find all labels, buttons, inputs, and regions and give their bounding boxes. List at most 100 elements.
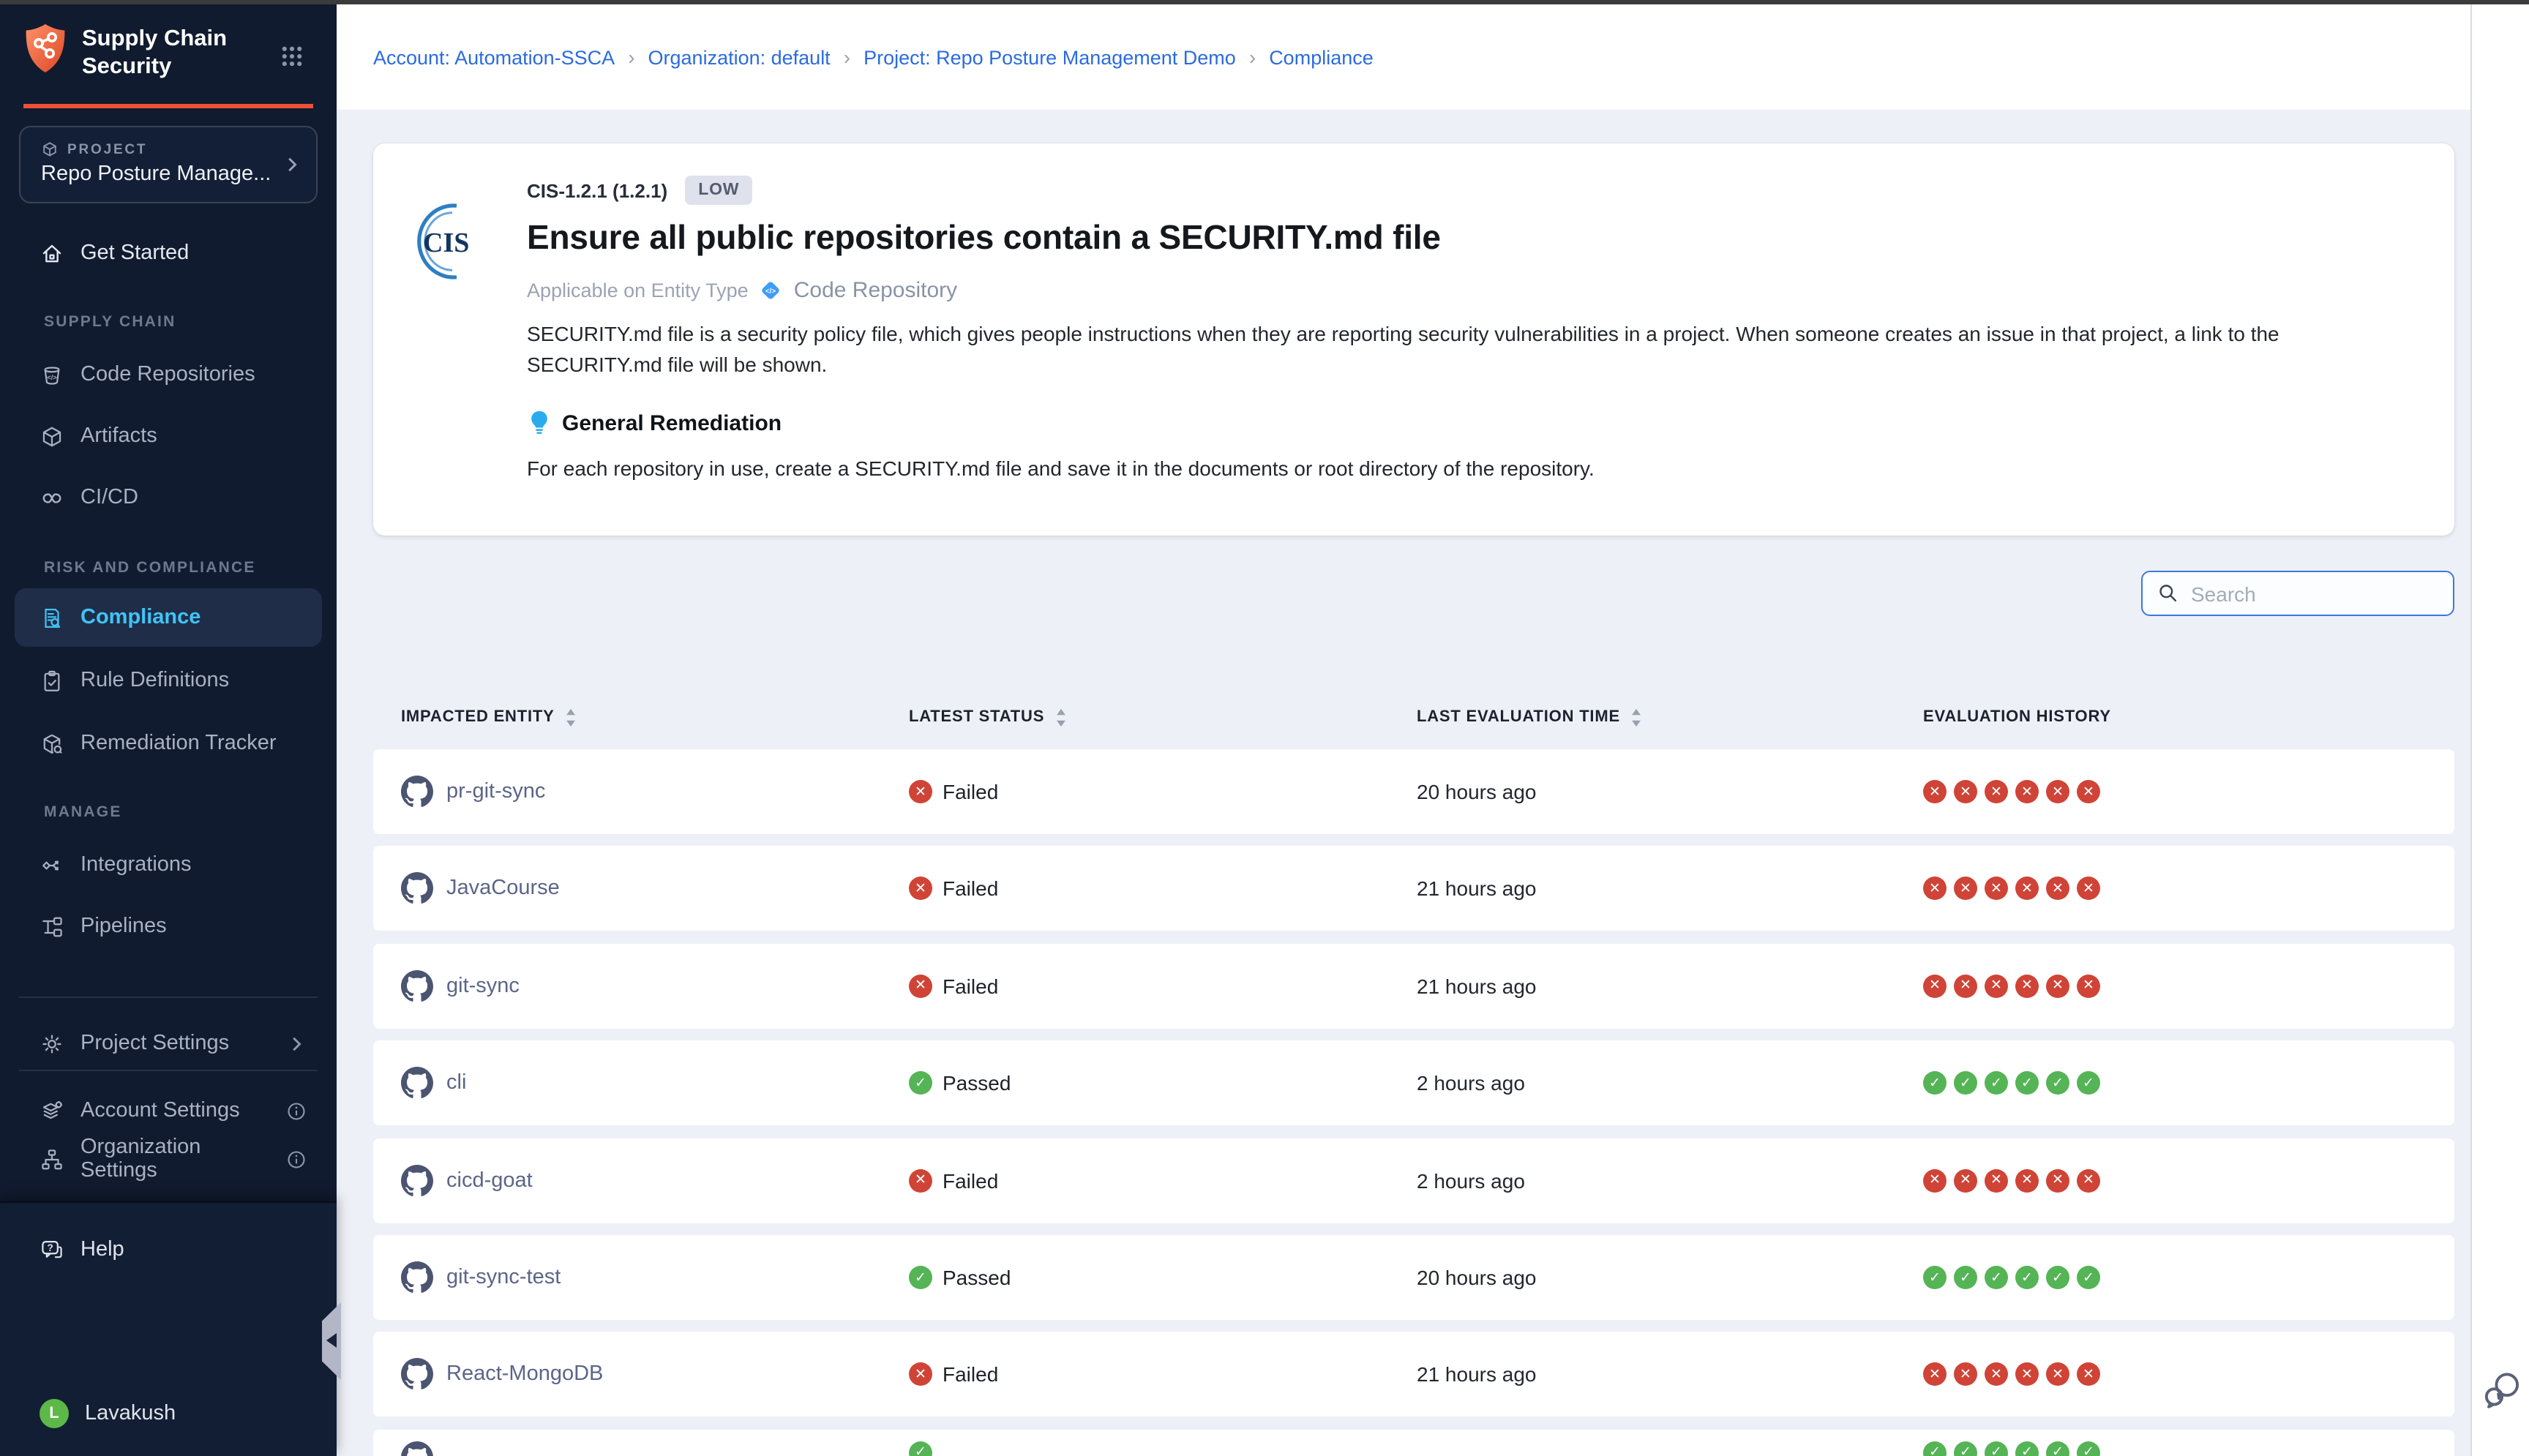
entity-name[interactable]: git-sync <box>446 975 520 998</box>
sort-icon <box>1630 708 1642 727</box>
clipboard-check-icon <box>40 668 64 693</box>
evaluation-history: ✕✕✕✕✕✕ <box>1923 1363 2454 1386</box>
app-title: Supply Chain Security <box>82 22 227 80</box>
status-cell: ✕ Failed <box>909 1168 1417 1192</box>
entity-name[interactable]: cicd-goat <box>446 1168 533 1192</box>
history-pass-icon: ✓ <box>2015 1266 2039 1289</box>
status-label: Failed <box>943 975 998 998</box>
history-fail-icon: ✕ <box>2077 780 2100 803</box>
brand: Supply Chain Security <box>23 22 227 80</box>
remediation-box-icon <box>40 731 64 756</box>
last-evaluation-time: 2 hours ago <box>1417 1071 1923 1095</box>
history-pass-icon: ✓ <box>2077 1266 2100 1289</box>
entity-cell[interactable]: cli <box>401 1067 909 1099</box>
history-fail-icon: ✕ <box>2046 1168 2069 1192</box>
sidebar-item-rule-definitions[interactable]: Rule Definitions <box>0 654 337 707</box>
history-fail-icon: ✕ <box>2015 1168 2039 1192</box>
status-cell: ✓ <box>909 1441 1417 1456</box>
support-chat-icon[interactable] <box>2482 1370 2523 1414</box>
evaluation-history: ✓✓✓✓✓✓ <box>1923 1441 2454 1456</box>
entity-name[interactable]: React-MongoDB <box>446 1363 603 1386</box>
table-row[interactable]: ✓ ✓✓✓✓✓✓ <box>373 1430 2454 1456</box>
infinity-icon <box>40 485 64 510</box>
table-row[interactable]: git-sync-test ✓ Passed 20 hours ago ✓✓✓✓… <box>373 1235 2454 1320</box>
entity-cell[interactable] <box>401 1441 909 1456</box>
table-row[interactable]: React-MongoDB ✕ Failed 21 hours ago ✕✕✕✕… <box>373 1332 2454 1417</box>
remediation-title: General Remediation <box>562 410 782 435</box>
last-evaluation-time: 21 hours ago <box>1417 877 1923 901</box>
sidebar-item-artifacts[interactable]: Artifacts <box>0 410 337 462</box>
entity-cell[interactable]: JavaCourse <box>401 873 909 905</box>
breadcrumb-compliance[interactable]: Compliance <box>1269 46 1374 68</box>
github-icon <box>401 873 433 905</box>
evaluation-history: ✕✕✕✕✕✕ <box>1923 877 2454 901</box>
entity-cell[interactable]: git-sync <box>401 970 909 1002</box>
column-header-impacted-entity[interactable]: IMPACTED ENTITY <box>401 708 909 727</box>
sidebar-item-project-settings[interactable]: Project Settings <box>0 1017 337 1070</box>
status-label: Failed <box>943 877 998 901</box>
project-name: Repo Posture Manage... <box>41 162 316 186</box>
sort-icon <box>565 708 577 727</box>
history-pass-icon: ✓ <box>1954 1071 1977 1095</box>
evaluation-history: ✕✕✕✕✕✕ <box>1923 1168 2454 1192</box>
breadcrumb-organization[interactable]: Organization: default <box>648 46 831 68</box>
sidebar-item-help[interactable]: ? Help <box>0 1223 337 1276</box>
breadcrumb-separator: › <box>1249 45 1256 69</box>
sidebar-item-organization-settings[interactable]: Organization Settings <box>0 1133 337 1185</box>
search-input[interactable] <box>2191 582 2438 605</box>
rule-id: CIS-1.2.1 (1.2.1) <box>527 179 667 201</box>
sidebar-item-label: Code Repositories <box>80 363 255 386</box>
status-cell: ✓ Passed <box>909 1071 1417 1095</box>
history-pass-icon: ✓ <box>2015 1441 2039 1456</box>
breadcrumb-project[interactable]: Project: Repo Posture Management Demo <box>863 46 1236 68</box>
column-header-last-evaluation-time[interactable]: LAST EVALUATION TIME <box>1417 708 1923 727</box>
applicable-label: Applicable on Entity Type <box>527 279 749 301</box>
breadcrumb: Account: Automation-SSCA › Organization:… <box>373 4 1374 110</box>
chevron-right-icon <box>285 1032 307 1054</box>
entity-name[interactable]: pr-git-sync <box>446 780 545 803</box>
entity-name[interactable]: cli <box>446 1071 466 1095</box>
history-fail-icon: ✕ <box>1923 877 1947 901</box>
org-chart-gear-icon <box>40 1147 64 1171</box>
sidebar-item-compliance[interactable]: Compliance <box>15 588 322 647</box>
entity-name[interactable]: git-sync-test <box>446 1266 561 1289</box>
sidebar-item-cicd[interactable]: CI/CD <box>0 471 337 524</box>
table-row[interactable]: cli ✓ Passed 2 hours ago ✓✓✓✓✓✓ <box>373 1040 2454 1125</box>
entity-cell[interactable]: git-sync-test <box>401 1261 909 1294</box>
entity-cell[interactable]: React-MongoDB <box>401 1359 909 1391</box>
section-risk-and-compliance: RISK AND COMPLIANCE <box>44 559 256 577</box>
status-label: Failed <box>943 1363 998 1386</box>
table-row[interactable]: JavaCourse ✕ Failed 21 hours ago ✕✕✕✕✕✕ <box>373 847 2454 931</box>
sidebar-item-pipelines[interactable]: Pipelines <box>0 900 337 953</box>
entity-name[interactable]: JavaCourse <box>446 877 560 901</box>
main-content: CIS CIS-1.2.1 (1.2.1) LOW Ensure all pub… <box>337 110 2470 1456</box>
github-icon <box>401 776 433 808</box>
sidebar-item-integrations[interactable]: Integrations <box>0 838 337 891</box>
history-pass-icon: ✓ <box>2015 1071 2039 1095</box>
breadcrumb-account[interactable]: Account: Automation-SSCA <box>373 46 615 68</box>
help-chat-icon: ? <box>40 1237 64 1262</box>
history-fail-icon: ✕ <box>2015 780 2039 803</box>
sidebar-item-code-repositories[interactable]: </> Code Repositories <box>0 348 337 401</box>
column-header-latest-status[interactable]: LATEST STATUS <box>909 708 1417 727</box>
evaluation-history: ✓✓✓✓✓✓ <box>1923 1071 2454 1095</box>
history-pass-icon: ✓ <box>2077 1071 2100 1095</box>
layers-gear-icon <box>40 1098 64 1123</box>
history-pass-icon: ✓ <box>2077 1441 2100 1456</box>
history-fail-icon: ✕ <box>2077 877 2100 901</box>
sidebar-item-get-started[interactable]: Get Started <box>0 227 337 279</box>
app-switcher-icon[interactable] <box>280 44 304 69</box>
table-row[interactable]: git-sync ✕ Failed 21 hours ago ✕✕✕✕✕✕ <box>373 944 2454 1029</box>
entity-type: Code Repository <box>794 278 957 303</box>
table-row[interactable]: cicd-goat ✕ Failed 2 hours ago ✕✕✕✕✕✕ <box>373 1138 2454 1223</box>
user-profile[interactable]: L Lavakush <box>0 1387 337 1440</box>
entity-cell[interactable]: cicd-goat <box>401 1164 909 1196</box>
page-header: Account: Automation-SSCA › Organization:… <box>337 4 2470 110</box>
sidebar-divider <box>19 1070 318 1071</box>
project-selector[interactable]: PROJECT Repo Posture Manage... <box>19 126 318 203</box>
entity-cell[interactable]: pr-git-sync <box>401 776 909 808</box>
last-evaluation-time: 21 hours ago <box>1417 975 1923 998</box>
table-row[interactable]: pr-git-sync ✕ Failed 20 hours ago ✕✕✕✕✕✕ <box>373 749 2454 834</box>
sidebar-item-remediation-tracker[interactable]: Remediation Tracker <box>0 717 337 770</box>
sidebar-item-account-settings[interactable]: Account Settings <box>0 1084 337 1137</box>
